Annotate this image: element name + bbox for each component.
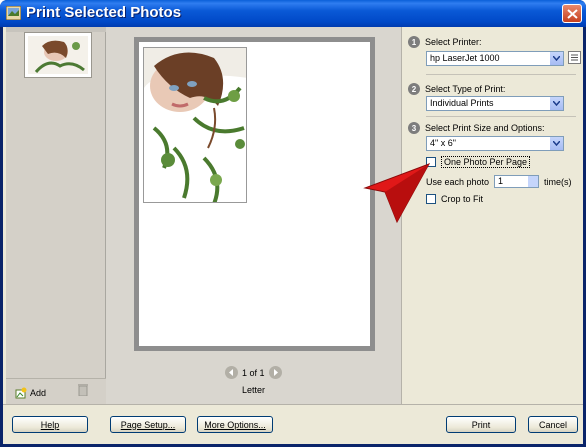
next-page-button[interactable]: [268, 366, 282, 379]
print-preview-area: 1 of 1 Letter: [106, 27, 401, 404]
use-each-photo-spinner[interactable]: 1: [494, 175, 540, 188]
crop-to-fit-label: Crop to Fit: [441, 194, 484, 204]
close-icon: [567, 9, 578, 19]
window-title: Print Selected Photos: [26, 4, 182, 21]
page-setup-button[interactable]: Page Setup...: [110, 416, 186, 433]
step-select-printer: 1 Select Printer:: [408, 36, 482, 48]
step-number: 2: [408, 83, 420, 95]
thumbnail-panel: Add: [6, 27, 106, 404]
thumbnail-image: [28, 36, 88, 74]
help-button[interactable]: Help: [12, 416, 88, 433]
close-button[interactable]: [562, 4, 582, 23]
preview-photo-image: [144, 48, 246, 202]
photoshop-icon: [6, 6, 21, 20]
preview-photo[interactable]: [143, 47, 247, 203]
use-each-photo-row: Use each photo 1 time(s): [426, 175, 572, 188]
chevron-down-icon: [549, 52, 563, 65]
step-select-type: 2 Select Type of Print:: [408, 83, 505, 95]
add-photo-icon: [15, 387, 27, 399]
print-button[interactable]: Print: [446, 416, 516, 433]
page-navigator: 1 of 1: [225, 366, 282, 379]
step-select-size: 3 Select Print Size and Options:: [408, 122, 545, 134]
dialog-button-bar: Help Page Setup... More Options... Print…: [3, 404, 583, 444]
add-label: Add: [30, 388, 47, 398]
chevron-down-icon: [549, 137, 563, 150]
print-size-select[interactable]: 4" x 6": [426, 136, 564, 151]
thumbnail-toolbar: Add: [6, 378, 106, 404]
photo-thumbnail[interactable]: [24, 32, 92, 78]
print-type-select[interactable]: Individual Prints: [426, 96, 564, 111]
print-dialog-window: Print Selected Photos Add 1 of 1 Letter …: [0, 0, 586, 447]
one-photo-per-page-label: One Photo Per Page: [441, 156, 531, 168]
title-bar[interactable]: Print Selected Photos: [0, 0, 586, 27]
dialog-client: Add 1 of 1 Letter 1 Select Printer: hp L…: [3, 27, 583, 444]
cancel-button[interactable]: Cancel: [528, 416, 578, 433]
add-photo-button[interactable]: Add: [15, 387, 46, 399]
one-photo-per-page-option[interactable]: One Photo Per Page: [426, 156, 531, 168]
step-label: Select Print Size and Options:: [425, 123, 545, 133]
step-number: 3: [408, 122, 420, 134]
step-label: Select Printer:: [425, 37, 482, 47]
step-number: 1: [408, 36, 420, 48]
arrow-left-icon: [229, 369, 233, 376]
page-preview: [139, 42, 370, 346]
page-preview-frame: [134, 37, 375, 351]
times-label: time(s): [544, 176, 572, 187]
more-options-button[interactable]: More Options...: [197, 416, 273, 433]
arrow-right-icon: [273, 369, 278, 376]
crop-to-fit-option[interactable]: Crop to Fit: [426, 194, 483, 204]
annotation-arrow-icon: [363, 163, 431, 224]
chevron-down-icon: [549, 97, 563, 110]
use-each-photo-label: Use each photo: [426, 176, 490, 187]
printer-properties-icon[interactable]: [568, 51, 581, 64]
page-indicator: 1 of 1: [242, 367, 265, 378]
trash-icon[interactable]: [78, 384, 88, 396]
printer-select[interactable]: hp LaserJet 1000: [426, 51, 564, 66]
step-label: Select Type of Print:: [425, 84, 506, 94]
previous-page-button[interactable]: [225, 366, 238, 379]
paper-size-label: Letter: [241, 385, 265, 395]
spinner-arrows-icon[interactable]: [528, 176, 539, 187]
